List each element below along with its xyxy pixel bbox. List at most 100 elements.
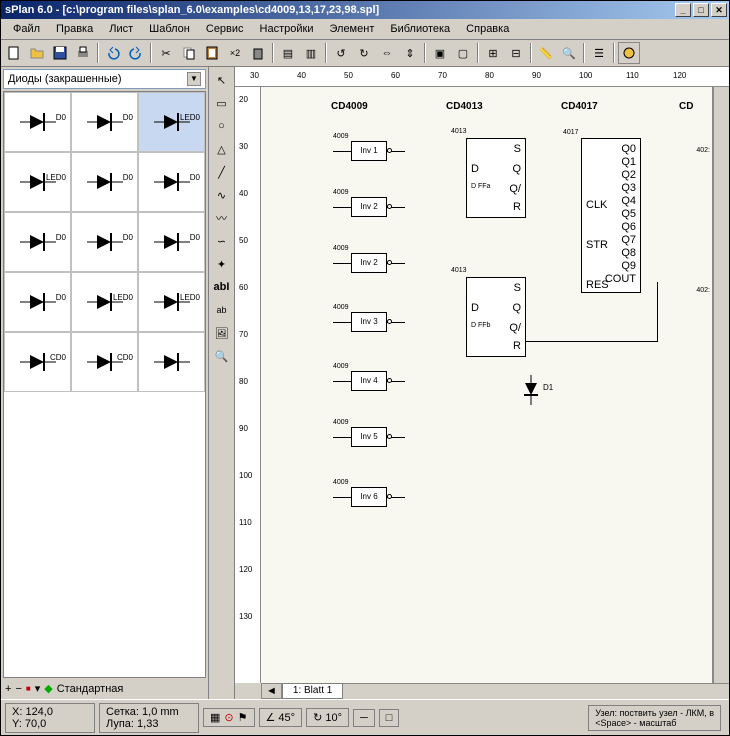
maximize-button[interactable]: □ — [693, 3, 709, 17]
duplicate-icon[interactable]: ×2 — [224, 42, 246, 64]
menu-sheet[interactable]: Лист — [101, 21, 141, 37]
inverter-chip[interactable]: Inv 1 — [351, 141, 387, 161]
inverter-chip[interactable]: Inv 6 — [351, 487, 387, 507]
label-tool-icon[interactable]: ab — [211, 299, 233, 321]
inverter-chip[interactable]: Inv 4 — [351, 371, 387, 391]
sheet-nav-prev[interactable]: ◄ — [261, 683, 282, 699]
delete-icon[interactable] — [247, 42, 269, 64]
rect-tool-icon[interactable]: ▭ — [211, 92, 233, 114]
image-tool-icon[interactable]: 🖼 — [211, 322, 233, 344]
tag-icon[interactable]: ■ — [26, 684, 31, 693]
cut-icon[interactable]: ✂ — [155, 42, 177, 64]
rotate-ccw-icon[interactable]: ↺ — [330, 42, 352, 64]
library-item[interactable]: D0 — [138, 152, 205, 212]
library-item[interactable]: CD0 — [4, 332, 71, 392]
align-right-icon[interactable]: ▥ — [300, 42, 322, 64]
close-button[interactable]: ✕ — [711, 3, 727, 17]
add-icon[interactable]: + — [5, 683, 11, 695]
library-item[interactable]: D0 — [4, 272, 71, 332]
node-tool-icon[interactable]: ✦ — [211, 253, 233, 275]
group-icon[interactable]: ⊞ — [482, 42, 504, 64]
counter-chip[interactable]: Q0Q1Q2Q3Q4Q5Q6Q7Q8Q9COUTCLKSTRRES — [581, 138, 641, 293]
library-item[interactable]: LED0 — [138, 272, 205, 332]
line-tool-icon[interactable]: ╱ — [211, 161, 233, 183]
flip-v-icon[interactable]: ⇕ — [399, 42, 421, 64]
preview-icon[interactable] — [618, 42, 640, 64]
print-icon[interactable] — [72, 42, 94, 64]
lib-item-label: D0 — [56, 293, 66, 302]
library-item[interactable]: LED0 — [4, 152, 71, 212]
grid-icon[interactable]: ▦ — [210, 711, 220, 724]
poly-tool-icon[interactable]: △ — [211, 138, 233, 160]
save-icon[interactable] — [49, 42, 71, 64]
menu-settings[interactable]: Настройки — [252, 21, 322, 37]
inverter-chip[interactable]: Inv 5 — [351, 427, 387, 447]
list-icon[interactable]: ☰ — [588, 42, 610, 64]
redo-icon[interactable] — [125, 42, 147, 64]
menu-template[interactable]: Шаблон — [141, 21, 198, 37]
coord-display: X: 124,0 Y: 70,0 — [5, 703, 95, 733]
library-item[interactable]: D0 — [71, 212, 138, 272]
spline-tool-icon[interactable]: ∽ — [211, 230, 233, 252]
open-icon[interactable] — [26, 42, 48, 64]
horizontal-scrollbar[interactable] — [343, 683, 729, 699]
menu-library[interactable]: Библиотека — [382, 21, 458, 37]
ruler-icon[interactable]: 📏 — [535, 42, 557, 64]
inverter-chip[interactable]: Inv 3 — [351, 312, 387, 332]
rotate-cw-icon[interactable]: ↻ — [353, 42, 375, 64]
angle-45[interactable]: ∠ 45° — [259, 708, 303, 727]
inverter-chip[interactable]: Inv 2 — [351, 197, 387, 217]
ungroup-icon[interactable]: ⊟ — [505, 42, 527, 64]
menu-edit[interactable]: Правка — [48, 21, 101, 37]
remove-icon[interactable]: − — [15, 683, 21, 695]
bring-front-icon[interactable]: ▢ — [452, 42, 474, 64]
chip-header: CD4009 — [331, 101, 368, 112]
diode-d1[interactable]: D1 — [521, 375, 541, 408]
dropdown-icon[interactable]: ▾ — [35, 682, 41, 695]
library-item[interactable]: CD0 — [71, 332, 138, 392]
menu-help[interactable]: Справка — [458, 21, 517, 37]
select-tool-icon[interactable]: ↖ — [211, 69, 233, 91]
menu-element[interactable]: Элемент — [321, 21, 382, 37]
search-icon[interactable]: 🔍 — [558, 42, 580, 64]
chevron-down-icon[interactable]: ▼ — [187, 72, 201, 86]
circle-tool-icon[interactable]: ○ — [211, 115, 233, 137]
library-item[interactable]: D0 — [138, 212, 205, 272]
flip-flop-chip[interactable]: SDQD FFaQ/R — [466, 138, 526, 218]
flag-icon[interactable]: ⚑ — [238, 711, 248, 724]
align-left-icon[interactable]: ▤ — [277, 42, 299, 64]
drawing-canvas[interactable]: CD4009CD4013CD4017CD4009Inv 14009Inv 240… — [261, 87, 713, 683]
inverter-chip[interactable]: Inv 2 — [351, 253, 387, 273]
send-back-icon[interactable]: ▣ — [429, 42, 451, 64]
fill-style[interactable]: □ — [379, 709, 400, 727]
vertical-scrollbar[interactable] — [713, 87, 729, 683]
minimize-button[interactable]: _ — [675, 3, 691, 17]
book-icon[interactable]: ◆ — [44, 682, 52, 695]
curve-tool-icon[interactable]: 〰 — [211, 207, 233, 229]
menu-file[interactable]: Файл — [5, 21, 48, 37]
menu-service[interactable]: Сервис — [198, 21, 252, 37]
zoom-tool-icon[interactable]: 🔍 — [211, 345, 233, 367]
angle-10[interactable]: ↻ 10° — [306, 708, 349, 727]
undo-icon[interactable] — [102, 42, 124, 64]
library-item[interactable]: D0 — [71, 92, 138, 152]
library-item[interactable]: D0 — [71, 152, 138, 212]
magnet-icon[interactable]: ⊙ — [224, 711, 233, 724]
library-combo[interactable]: Диоды (закрашенные) ▼ — [3, 69, 206, 89]
polyline-tool-icon[interactable]: ∿ — [211, 184, 233, 206]
toolbar-main: ✂ ×2 ▤ ▥ ↺ ↻ ⇔ ⇕ ▣ ▢ ⊞ ⊟ 📏 🔍 ☰ — [1, 40, 729, 67]
paste-icon[interactable] — [201, 42, 223, 64]
copy-icon[interactable] — [178, 42, 200, 64]
library-item[interactable]: LED0 — [71, 272, 138, 332]
text-tool-icon[interactable]: abI — [211, 276, 233, 298]
library-item[interactable]: D0 — [4, 212, 71, 272]
library-item[interactable] — [138, 332, 205, 392]
new-icon[interactable] — [3, 42, 25, 64]
flip-h-icon[interactable]: ⇔ — [376, 42, 398, 64]
line-style-1[interactable]: ─ — [353, 709, 375, 727]
sheet-tab[interactable]: 1: Blatt 1 — [282, 683, 343, 699]
library-item[interactable]: LED0 — [138, 92, 205, 152]
flip-flop-chip[interactable]: SDQD FFbQ/R — [466, 277, 526, 357]
lib-item-label: LED0 — [180, 113, 200, 122]
library-item[interactable]: D0 — [4, 92, 71, 152]
